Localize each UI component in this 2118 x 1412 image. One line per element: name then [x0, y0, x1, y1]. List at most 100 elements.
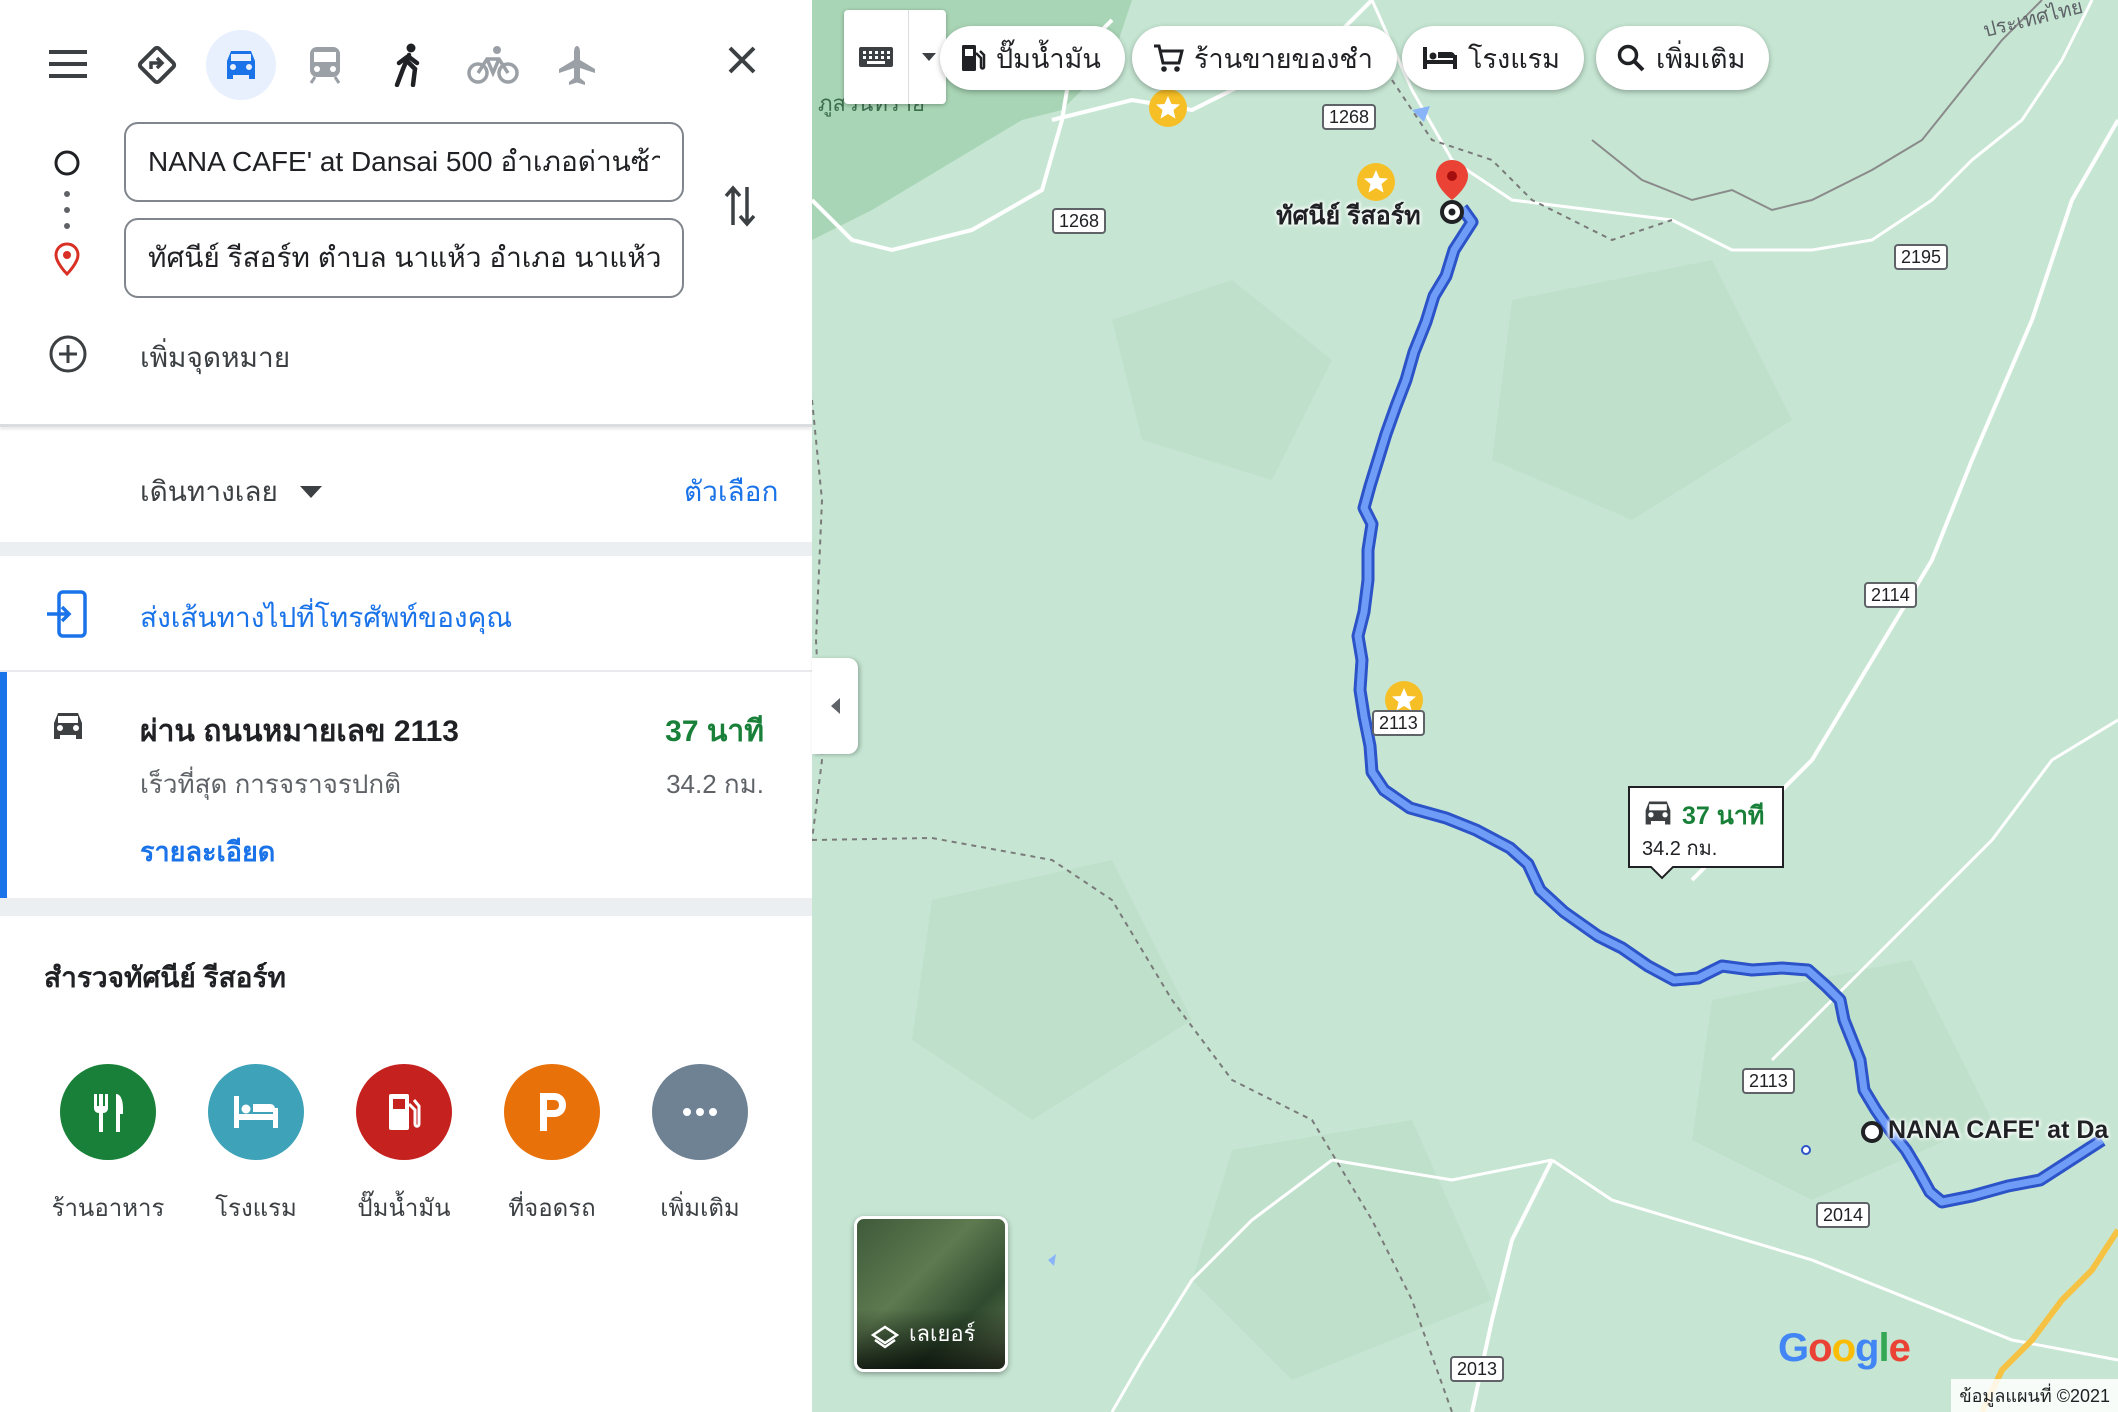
road-shield: 2114	[1864, 582, 1917, 608]
close-icon[interactable]	[718, 36, 766, 84]
callout-distance: 34.2 กม.	[1642, 838, 1718, 860]
google-logo-part: l	[1878, 1326, 1889, 1370]
layers-button[interactable]: เลเยอร์	[854, 1216, 1008, 1372]
road-shield: 1268	[1322, 104, 1377, 130]
gas-station-icon	[389, 1094, 421, 1130]
parking-icon	[540, 1093, 566, 1131]
hotel-icon	[234, 1096, 278, 1128]
road-shield: 2113	[1372, 710, 1425, 736]
more-chip[interactable]: เพิ่มเติม	[1596, 26, 1770, 90]
hotel-chip[interactable]: โรงแรม	[1402, 26, 1584, 90]
road-shield: 2014	[1816, 1202, 1871, 1228]
road-shield: 2013	[1450, 1356, 1505, 1382]
swap-icon[interactable]	[718, 180, 762, 232]
route-distance: 34.2 กม.	[666, 769, 764, 799]
grocery-chip-label: ร้านขายของชำ	[1194, 43, 1373, 74]
destination-pin-icon	[52, 242, 82, 276]
explore-title: สำรวจทัศนีย์ รีสอร์ท	[44, 962, 286, 993]
dropdown-arrow-icon	[299, 486, 322, 498]
origin-marker-icon[interactable]	[1861, 1121, 1883, 1143]
car-icon	[46, 706, 90, 746]
add-destination-label[interactable]: เพิ่มจุดหมาย	[140, 336, 290, 380]
google-logo-part: e	[1888, 1326, 1911, 1370]
best-route-mode-icon[interactable]	[122, 30, 192, 100]
hotel-chip-label: โรงแรม	[1468, 43, 1560, 74]
route-dots-icon	[64, 190, 70, 235]
menu-icon[interactable]	[44, 40, 92, 88]
driving-mode-icon[interactable]	[206, 30, 276, 100]
separator	[908, 10, 909, 104]
route-selected-bar	[0, 672, 7, 898]
google-logo-part: o	[1808, 1326, 1832, 1370]
options-link[interactable]: ตัวเลือก	[684, 470, 778, 514]
route-card[interactable]: ผ่าน ถนนหมายเลข 2113 37 นาที เร็วที่สุด …	[0, 672, 812, 898]
destination-marker-icon[interactable]	[1436, 160, 1468, 224]
map-canvas[interactable]: ภูสวนทราย ประเทศไทย 1268 1268 2195 2114 …	[812, 0, 2118, 1412]
add-destination-icon[interactable]	[46, 332, 90, 376]
keyboard-icon	[859, 47, 893, 67]
hotel-icon	[1423, 47, 1457, 69]
divider	[0, 424, 812, 427]
restaurant-category-button[interactable]	[60, 1064, 156, 1160]
gas-station-chip-label: ปั๊มน้ำมัน	[996, 43, 1101, 74]
callout-duration: 37 นาที	[1682, 802, 1765, 830]
transit-mode-icon[interactable]	[290, 30, 360, 100]
hotel-category-label: โรงแรม	[215, 1195, 297, 1222]
collapse-panel-button[interactable]	[812, 658, 858, 754]
search-icon	[1617, 44, 1645, 72]
flight-mode-icon[interactable]	[542, 30, 612, 100]
restaurant-icon	[94, 1094, 123, 1132]
google-logo-part: g	[1855, 1326, 1879, 1370]
route-waypoint-dot	[1801, 1145, 1811, 1155]
send-to-phone-link[interactable]: ส่งเส้นทางไปที่โทรศัพท์ของคุณ	[140, 596, 512, 640]
chevron-left-icon	[831, 698, 840, 714]
more-category-button[interactable]	[652, 1064, 748, 1160]
google-logo-part: G	[1778, 1326, 1809, 1370]
gas-station-icon	[962, 45, 986, 71]
destination-input[interactable]: ทัศนีย์ รีสอร์ท ตำบล นาแห้ว อำเภอ นาแห้ว…	[124, 218, 684, 298]
layers-label: เลเยอร์	[909, 1321, 976, 1346]
saved-place-star-icon[interactable]	[1149, 89, 1187, 127]
route-callout[interactable]: 37 นาที 34.2 กม.	[1628, 786, 1784, 880]
depart-now-dropdown[interactable]: เดินทางเลย	[140, 470, 322, 514]
gas-category-button[interactable]	[356, 1064, 452, 1160]
grocery-chip[interactable]: ร้านขายของชำ	[1132, 26, 1397, 90]
hotel-category-button[interactable]	[208, 1064, 304, 1160]
origin-input[interactable]: NANA CAFE' at Dansai 500 อำเภอด่านซ้าย เ…	[124, 122, 684, 202]
road-shield: 1268	[1052, 208, 1107, 234]
destination-map-label[interactable]: ทัศนีย์ รีสอร์ท	[1276, 196, 1421, 236]
google-logo-part: o	[1831, 1326, 1856, 1370]
layers-icon	[871, 1325, 899, 1349]
more-category-label: เพิ่มเติม	[660, 1195, 740, 1222]
section-divider	[0, 898, 812, 916]
send-to-phone-icon[interactable]	[44, 588, 90, 640]
depart-now-label: เดินทางเลย	[140, 476, 278, 507]
route-details-link[interactable]: รายละเอียด	[140, 830, 275, 873]
restaurant-category-label: ร้านอาหาร	[51, 1195, 165, 1222]
route-duration: 37 นาที	[665, 715, 764, 748]
origin-circle-icon	[52, 148, 82, 178]
gas-category-label: ปั๊มน้ำมัน	[357, 1195, 451, 1222]
section-divider	[0, 542, 812, 556]
google-logo: Google	[1778, 1326, 1911, 1371]
more-icon	[683, 1108, 717, 1116]
walking-mode-icon[interactable]	[374, 30, 444, 100]
chevron-down-icon	[922, 53, 936, 61]
callout-car-icon	[1645, 801, 1671, 825]
origin-map-label[interactable]: NANA CAFE' at Da	[1888, 1116, 2108, 1145]
road-shield: 2113	[1742, 1068, 1795, 1094]
shopping-cart-icon	[1154, 44, 1184, 72]
road-shield: 2195	[1894, 244, 1949, 270]
route-title: ผ่าน ถนนหมายเลข 2113	[140, 715, 459, 748]
directions-panel: NANA CAFE' at Dansai 500 อำเภอด่านซ้าย เ…	[0, 0, 812, 1412]
cycling-mode-icon[interactable]	[458, 30, 528, 100]
more-chip-label: เพิ่มเติม	[1656, 43, 1746, 74]
map-copyright: ข้อมูลแผนที่ ©2021	[1951, 1379, 2118, 1412]
input-tools-button[interactable]	[844, 10, 946, 104]
gas-station-chip[interactable]: ปั๊มน้ำมัน	[940, 26, 1125, 90]
parking-category-label: ที่จอดรถ	[508, 1195, 596, 1222]
map-terrain	[812, 0, 2118, 1412]
route-subtitle: เร็วที่สุด การจราจรปกติ	[140, 769, 402, 799]
parking-category-button[interactable]	[504, 1064, 600, 1160]
callout-pointer	[1650, 866, 1674, 880]
